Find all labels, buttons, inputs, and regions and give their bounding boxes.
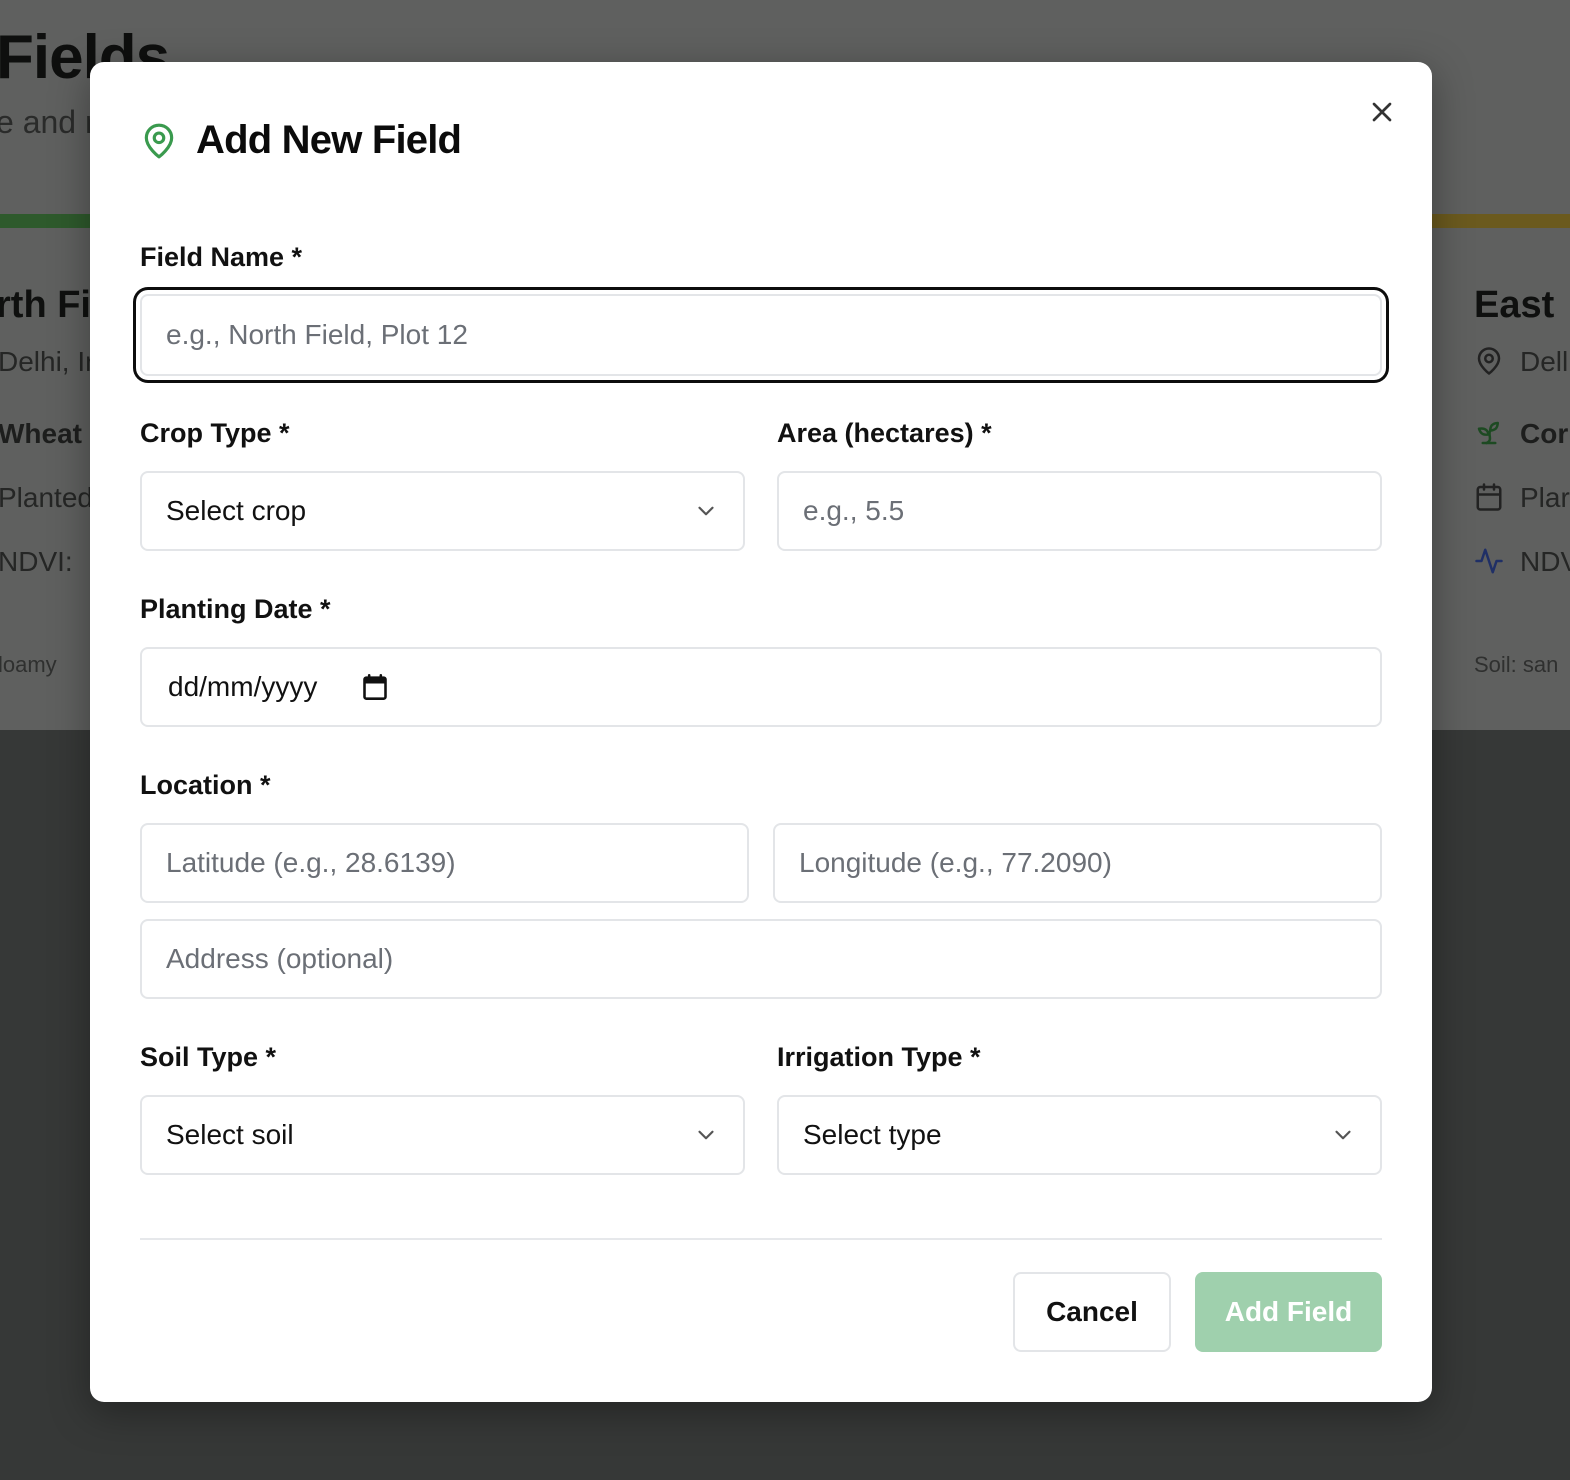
map-pin-icon bbox=[1477, 347, 1501, 375]
crop-type-select-value: Select crop bbox=[166, 495, 307, 526]
calendar-icon bbox=[1476, 483, 1502, 511]
field-card-soil-left: loamy bbox=[0, 652, 57, 677]
field-card-name-right: East bbox=[1474, 284, 1555, 326]
address-input[interactable] bbox=[140, 919, 1382, 999]
chevron-down-icon bbox=[698, 506, 714, 516]
field-card-accent-left bbox=[0, 214, 100, 228]
crop-type-label: Crop Type * bbox=[140, 418, 290, 448]
footer-divider bbox=[140, 1238, 1382, 1240]
soil-type-label: Soil Type * bbox=[140, 1042, 277, 1072]
chevron-down-icon bbox=[698, 1130, 714, 1140]
sprout-icon bbox=[1477, 421, 1499, 445]
field-card-planted-left: Planted bbox=[0, 482, 93, 513]
irrigation-type-label: Irrigation Type * bbox=[777, 1042, 981, 1072]
close-button[interactable] bbox=[1366, 96, 1398, 128]
modal-title: Add New Field bbox=[196, 118, 462, 162]
field-name-input[interactable] bbox=[140, 294, 1382, 376]
irrigation-type-select[interactable]: Select type bbox=[777, 1095, 1382, 1175]
modal-header: Add New Field bbox=[140, 118, 462, 163]
field-card-location-left: Delhi, Ir bbox=[0, 346, 95, 377]
field-card-ndvi-right: NDV bbox=[1520, 546, 1570, 577]
cancel-button[interactable]: Cancel bbox=[1013, 1272, 1171, 1352]
irrigation-type-select-value: Select type bbox=[803, 1119, 942, 1150]
planting-date-label: Planting Date * bbox=[140, 594, 331, 624]
planting-date-value: dd/mm/yyyy bbox=[168, 671, 318, 702]
close-icon bbox=[1372, 102, 1392, 122]
latitude-input[interactable] bbox=[140, 823, 749, 903]
field-card-soil-right: Soil: san bbox=[1474, 652, 1559, 677]
map-pin-icon bbox=[144, 123, 174, 158]
field-card-crop-left: Wheat bbox=[0, 418, 82, 449]
soil-type-select[interactable]: Select soil bbox=[140, 1095, 745, 1175]
area-label: Area (hectares) * bbox=[777, 418, 992, 448]
chevron-down-icon bbox=[1335, 1130, 1351, 1140]
activity-icon bbox=[1475, 548, 1503, 574]
field-card-crop-right: Cor bbox=[1520, 418, 1569, 449]
longitude-input[interactable] bbox=[773, 823, 1382, 903]
soil-type-select-value: Select soil bbox=[166, 1119, 294, 1150]
field-card-location-right: Dell bbox=[1520, 346, 1569, 377]
field-card-accent-right bbox=[1420, 214, 1570, 228]
area-input[interactable] bbox=[777, 471, 1382, 551]
add-field-button[interactable]: Add Field bbox=[1195, 1272, 1382, 1352]
field-card-planted-right: Plar bbox=[1520, 482, 1570, 513]
location-label: Location * bbox=[140, 770, 271, 800]
calendar-icon[interactable] bbox=[361, 673, 389, 701]
add-field-modal: Add New Field Field Name * Crop Type * S… bbox=[90, 62, 1432, 1402]
field-card-ndvi-left: NDVI: bbox=[0, 546, 73, 577]
field-name-label: Field Name * bbox=[140, 242, 303, 272]
planting-date-input[interactable]: dd/mm/yyyy bbox=[140, 647, 1382, 727]
crop-type-select[interactable]: Select crop bbox=[140, 471, 745, 551]
page-subtitle: e and r bbox=[0, 104, 96, 140]
field-card-name-left: rth Fi bbox=[0, 284, 91, 326]
